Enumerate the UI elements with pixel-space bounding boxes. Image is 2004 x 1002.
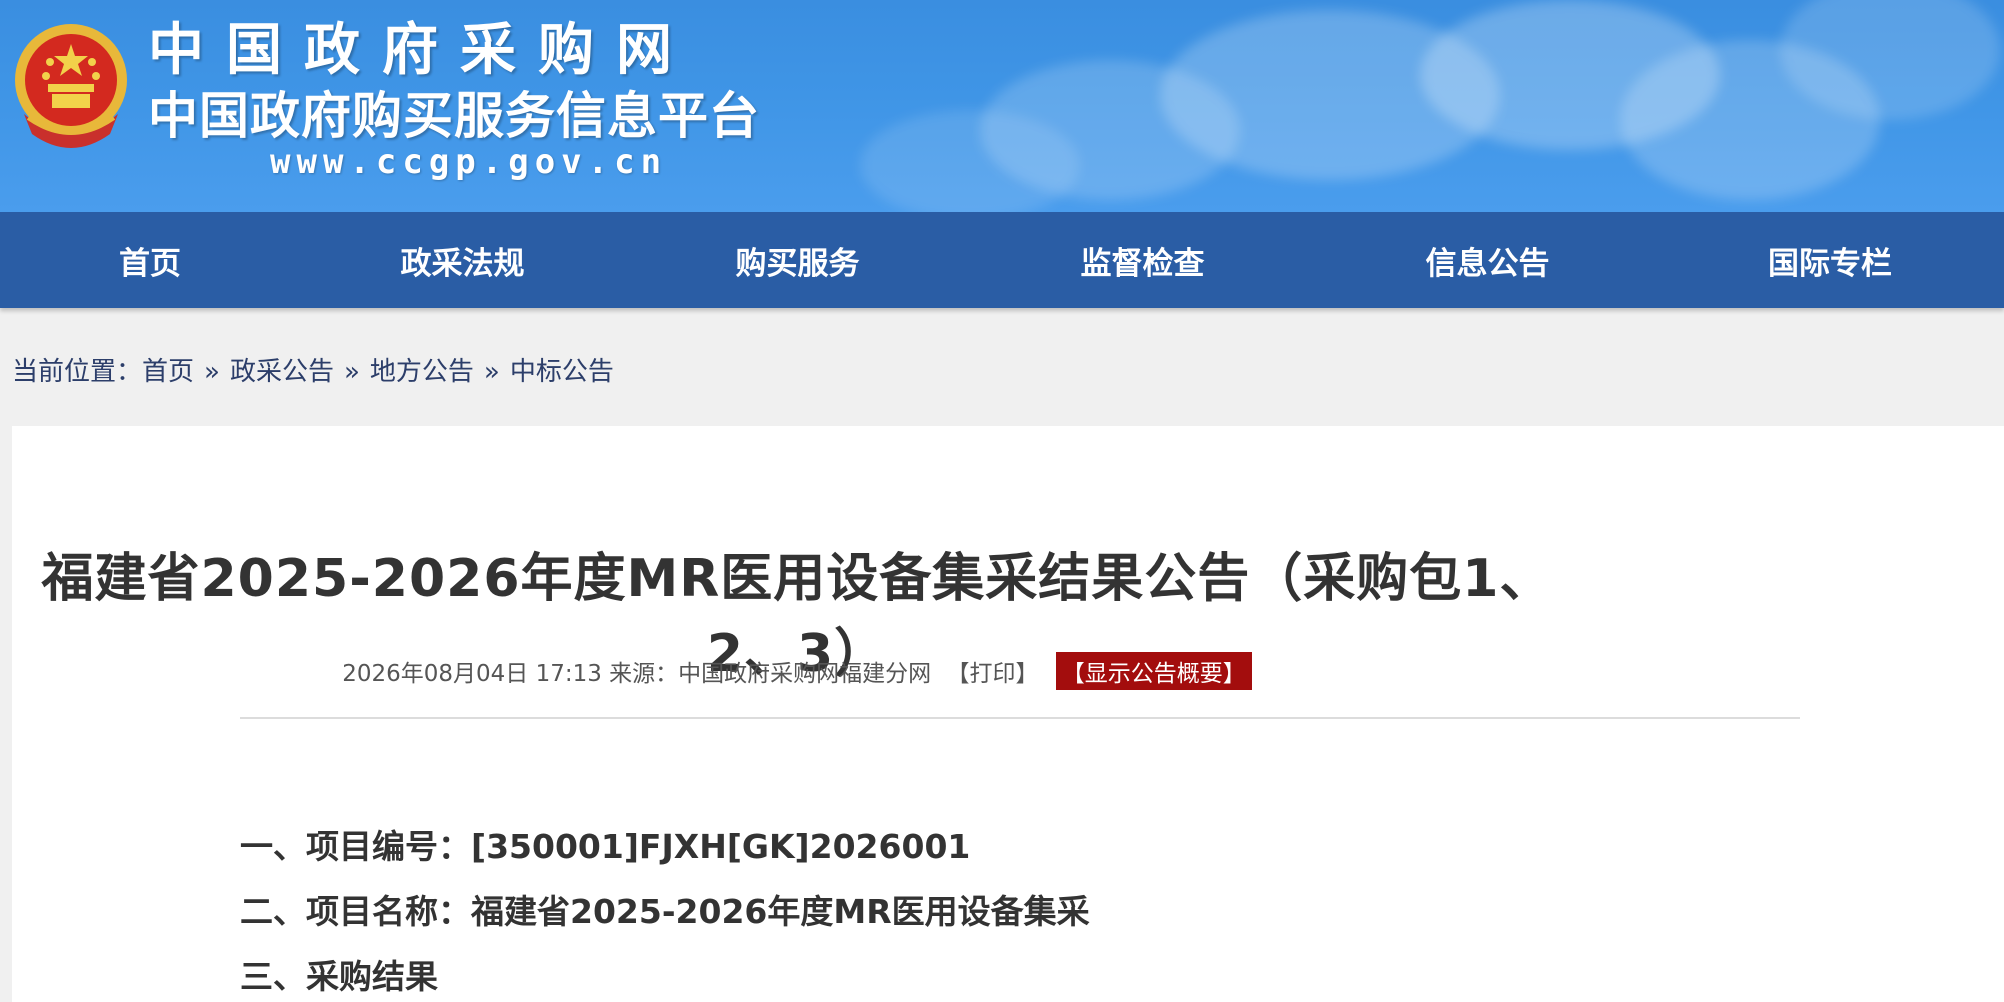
- print-link[interactable]: 【打印】: [946, 661, 1038, 687]
- show-summary-button[interactable]: 【显示公告概要】: [1055, 652, 1252, 690]
- nav-item-supervision[interactable]: 监督检查: [970, 238, 1315, 283]
- nav-item-announcements[interactable]: 信息公告: [1315, 238, 1660, 283]
- source-label: 来源：: [609, 661, 679, 687]
- site-subtitle: 中国政府购买服务信息平台: [148, 87, 760, 145]
- divider: [240, 717, 1800, 719]
- site-url: www.ccgp.gov.cn: [270, 142, 668, 182]
- article-meta: 2026年08月04日 17:13 来源：中国政府采购网福建分网 【打印】 【显…: [12, 652, 1582, 690]
- main-nav: 首页 政采法规 购买服务 监督检查 信息公告 国际专栏: [0, 212, 2004, 308]
- publish-date: 2026年08月04日 17:13: [342, 661, 602, 687]
- cloud-decoration: [860, 110, 1080, 212]
- breadcrumb-procurement-link[interactable]: 政采公告: [230, 359, 334, 385]
- section-project-name: 二、项目名称：福建省2025-2026年度MR医用设备集采: [240, 892, 1090, 931]
- breadcrumb-separator: »: [204, 357, 220, 387]
- header-banner: 中国政府采购网 中国政府购买服务信息平台 www.ccgp.gov.cn: [0, 0, 2004, 212]
- source-value: 中国政府采购网福建分网: [678, 661, 932, 687]
- site-name: 中国政府采购网: [148, 18, 694, 83]
- nav-item-international[interactable]: 国际专栏: [1660, 238, 2000, 283]
- nav-item-home[interactable]: 首页: [0, 238, 300, 283]
- section-project-number: 一、项目编号：[350001]FJXH[GK]2026001: [240, 827, 971, 866]
- breadcrumb-separator: »: [343, 357, 360, 387]
- article-container: 福建省2025-2026年度MR医用设备集采结果公告（采购包1、2、3） 202…: [12, 426, 2004, 1002]
- national-emblem-icon[interactable]: [10, 22, 132, 150]
- breadcrumb-separator: »: [483, 357, 500, 387]
- nav-item-regulations[interactable]: 政采法规: [300, 238, 625, 283]
- breadcrumb-award-link[interactable]: 中标公告: [510, 359, 614, 385]
- section-procurement-result: 三、采购结果: [240, 957, 438, 996]
- breadcrumb: 当前位置： 首页 » 政采公告 » 地方公告 » 中标公告: [0, 308, 2004, 436]
- breadcrumb-prefix: 当前位置：: [12, 357, 143, 387]
- breadcrumb-local-link[interactable]: 地方公告: [370, 359, 474, 385]
- nav-item-purchase-services[interactable]: 购买服务: [625, 238, 970, 283]
- breadcrumb-home-link[interactable]: 首页: [142, 359, 194, 385]
